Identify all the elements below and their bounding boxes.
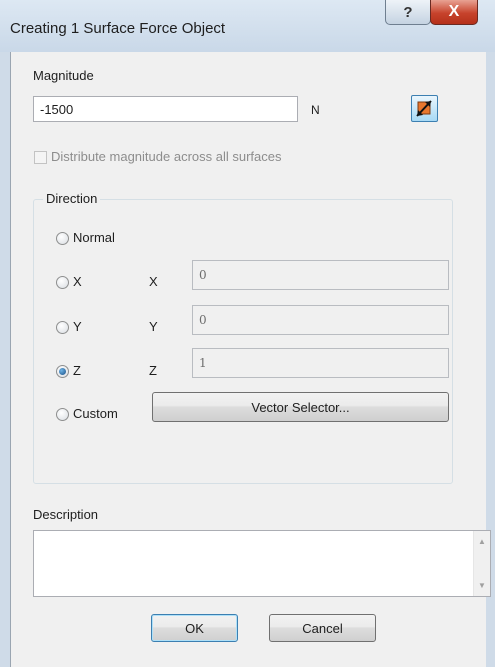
cancel-label: Cancel (302, 620, 343, 636)
radio-x[interactable] (56, 276, 69, 289)
distribute-checkbox[interactable] (34, 151, 47, 164)
dialog-body: Magnitude -1500 N Distribute magnitude a… (10, 52, 491, 667)
distribute-label: Distribute magnitude across all surfaces (51, 149, 282, 164)
description-scrollbar[interactable]: ▲ ▼ (473, 531, 490, 596)
x-component-value: 0 (199, 268, 207, 282)
vector-selector-button[interactable]: Vector Selector... (152, 392, 449, 422)
vector-selector-label: Vector Selector... (251, 399, 350, 415)
magnitude-value: -1500 (40, 101, 74, 117)
radio-y[interactable] (56, 321, 69, 334)
x-field-label: X (149, 274, 158, 289)
magnitude-unit: N (311, 103, 320, 117)
close-icon: X (448, 3, 460, 20)
radio-x-label: X (73, 274, 82, 289)
reverse-direction-button[interactable] (411, 95, 438, 122)
x-component-input[interactable]: 0 (192, 260, 449, 290)
ok-label: OK (185, 620, 204, 636)
y-component-input[interactable]: 0 (192, 305, 449, 335)
cancel-button[interactable]: Cancel (269, 614, 376, 642)
magnitude-input[interactable]: -1500 (33, 96, 298, 122)
reverse-direction-arrow-icon (416, 100, 432, 117)
magnitude-label: Magnitude (33, 68, 94, 83)
title-bar: Creating 1 Surface Force Object ? X (0, 0, 495, 52)
z-field-label: Z (149, 363, 157, 378)
radio-normal[interactable] (56, 232, 69, 245)
close-button[interactable]: X (430, 0, 478, 25)
radio-y-label: Y (73, 319, 82, 334)
radio-z-label: Z (73, 363, 81, 378)
radio-z[interactable] (56, 365, 69, 378)
help-icon: ? (403, 3, 413, 21)
ok-button[interactable]: OK (151, 614, 238, 642)
radio-normal-label: Normal (73, 230, 115, 245)
scroll-up-icon[interactable]: ▲ (474, 537, 490, 546)
description-label: Description (33, 507, 99, 522)
scroll-down-icon[interactable]: ▼ (474, 581, 490, 590)
direction-group-label: Direction (43, 191, 101, 206)
radio-custom[interactable] (56, 408, 69, 421)
z-component-input[interactable]: 1 (192, 348, 449, 378)
y-component-value: 0 (199, 313, 207, 327)
dialog-title: Creating 1 Surface Force Object (10, 20, 226, 37)
help-button[interactable]: ? (385, 0, 431, 25)
radio-custom-label: Custom (73, 406, 118, 421)
y-field-label: Y (149, 319, 158, 334)
description-input[interactable]: ▲ ▼ (33, 530, 491, 597)
z-component-value: 1 (199, 356, 207, 370)
